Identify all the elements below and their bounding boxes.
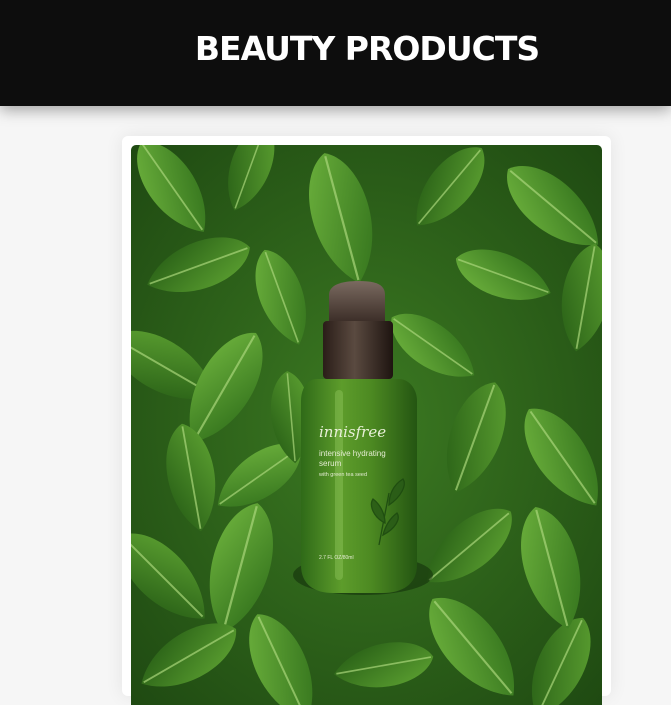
bottle-volume: 2.7 FL OZ/80ml: [319, 555, 354, 561]
page-header: BEAUTY PRODUCTS: [0, 0, 671, 106]
bottle-line2: serum: [319, 459, 342, 468]
page-title: BEAUTY PRODUCTS: [194, 29, 540, 68]
bottle-line3: with green tea seed: [318, 472, 367, 478]
bottle-line1: intensive hydrating: [319, 449, 386, 458]
product-image[interactable]: innisfree intensive hydrating serum with…: [131, 145, 602, 705]
bottle-brand: innisfree: [319, 423, 386, 441]
product-card[interactable]: innisfree intensive hydrating serum with…: [122, 136, 611, 705]
